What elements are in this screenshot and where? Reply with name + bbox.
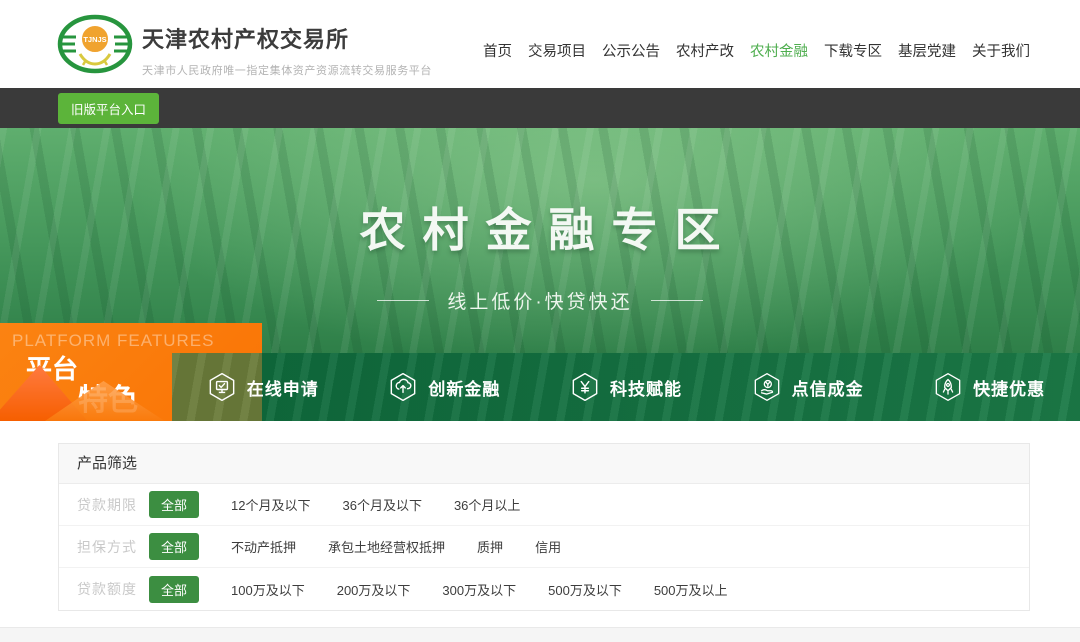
hero-text-block: 农村金融专区 线上低价·快贷快还 <box>0 194 1080 314</box>
nav-item-rural-reform[interactable]: 农村产改 <box>676 40 734 61</box>
yuan-icon <box>570 372 600 402</box>
filter-option[interactable]: 不动产抵押 <box>231 537 296 556</box>
filter-option[interactable]: 500万及以上 <box>654 580 728 599</box>
hero-subtitle: 线上低价·快贷快还 <box>447 287 632 314</box>
filter-option[interactable]: 100万及以下 <box>231 580 305 599</box>
site-logo[interactable]: TJNJS <box>56 12 134 76</box>
filter-row-guarantee-method: 担保方式 全部 不动产抵押 承包土地经营权抵押 质押 信用 <box>59 526 1029 568</box>
filter-label: 贷款额度 <box>77 579 141 599</box>
feature-tech-empowerment[interactable]: 科技赋能 <box>535 353 717 421</box>
old-platform-entry-button[interactable]: 旧版平台入口 <box>58 93 159 124</box>
brand-block: 天津农村产权交易所 天津市人民政府唯一指定集体资产资源流转交易服务平台 <box>142 22 432 78</box>
feature-bar: 在线申请 创新金融 <box>172 353 1080 421</box>
filter-label: 贷款期限 <box>77 495 141 515</box>
secondary-topbar: 旧版平台入口 <box>0 88 1080 128</box>
filter-option[interactable]: 36个月及以下 <box>342 495 421 514</box>
filter-row-loan-term: 贷款期限 全部 12个月及以下 36个月及以下 36个月以上 <box>59 484 1029 526</box>
nav-item-home[interactable]: 首页 <box>483 40 512 61</box>
filter-all-badge[interactable]: 全部 <box>149 533 199 560</box>
footer-strip <box>0 627 1080 642</box>
feature-quick-discount[interactable]: 快捷优惠 <box>898 353 1080 421</box>
filter-option[interactable]: 质押 <box>477 537 503 556</box>
monitor-check-icon <box>207 372 237 402</box>
feature-credit-to-gold[interactable]: 点信成金 <box>717 353 899 421</box>
hero-subtitle-row: 线上低价·快贷快还 <box>0 287 1080 314</box>
nav-item-about[interactable]: 关于我们 <box>972 40 1030 61</box>
feature-label: 快捷优惠 <box>973 375 1045 400</box>
nav-item-projects[interactable]: 交易项目 <box>528 40 586 61</box>
nav-item-downloads[interactable]: 下载专区 <box>824 40 882 61</box>
platform-features-en: PLATFORM FEATURES <box>12 331 214 351</box>
left-divider-line <box>377 300 429 301</box>
filter-option[interactable]: 12个月及以下 <box>231 495 310 514</box>
filter-row-loan-amount: 贷款额度 全部 100万及以下 200万及以下 300万及以下 500万及以下 … <box>59 568 1029 610</box>
feature-innovative-finance[interactable]: 创新金融 <box>354 353 536 421</box>
filter-option[interactable]: 信用 <box>535 537 561 556</box>
site-title: 天津农村产权交易所 <box>142 22 432 54</box>
feature-label: 创新金融 <box>428 375 500 400</box>
filter-all-badge[interactable]: 全部 <box>149 491 199 518</box>
header: TJNJS 天津农村产权交易所 天津市人民政府唯一指定集体资产资源流转交易服务平… <box>0 0 1080 88</box>
feature-label: 科技赋能 <box>610 375 682 400</box>
filter-card-title: 产品筛选 <box>59 444 1029 484</box>
site-subtitle: 天津市人民政府唯一指定集体资产资源流转交易服务平台 <box>142 62 432 78</box>
rocket-icon <box>933 372 963 402</box>
main-nav: 首页 交易项目 公示公告 农村产改 农村金融 下载专区 基层党建 关于我们 <box>483 40 1030 61</box>
filter-all-badge[interactable]: 全部 <box>149 576 199 603</box>
hero-title: 农村金融专区 <box>0 194 1080 260</box>
filter-option[interactable]: 承包土地经营权抵押 <box>328 537 445 556</box>
nav-item-announcements[interactable]: 公示公告 <box>602 40 660 61</box>
content-area: 产品筛选 贷款期限 全部 12个月及以下 36个月及以下 36个月以上 担保方式… <box>0 421 1080 642</box>
feature-label: 在线申请 <box>247 375 319 400</box>
right-divider-line <box>651 300 703 301</box>
filter-option[interactable]: 200万及以下 <box>337 580 411 599</box>
feature-online-application[interactable]: 在线申请 <box>172 353 354 421</box>
page: TJNJS 天津农村产权交易所 天津市人民政府唯一指定集体资产资源流转交易服务平… <box>0 0 1080 642</box>
svg-text:TJNJS: TJNJS <box>83 35 106 44</box>
nav-item-party-building[interactable]: 基层党建 <box>898 40 956 61</box>
filter-label: 担保方式 <box>77 537 141 557</box>
cloud-upload-icon <box>388 372 418 402</box>
nav-item-rural-finance[interactable]: 农村金融 <box>750 40 808 61</box>
product-filter-card: 产品筛选 贷款期限 全部 12个月及以下 36个月及以下 36个月以上 担保方式… <box>58 443 1030 611</box>
filter-option[interactable]: 300万及以下 <box>442 580 516 599</box>
hand-coin-icon <box>752 372 782 402</box>
hero-banner: 农村金融专区 线上低价·快贷快还 PLATFORM FEATURES 平台 特色 <box>0 128 1080 421</box>
filter-option[interactable]: 500万及以下 <box>548 580 622 599</box>
feature-label: 点信成金 <box>792 375 864 400</box>
filter-option[interactable]: 36个月以上 <box>454 495 520 514</box>
